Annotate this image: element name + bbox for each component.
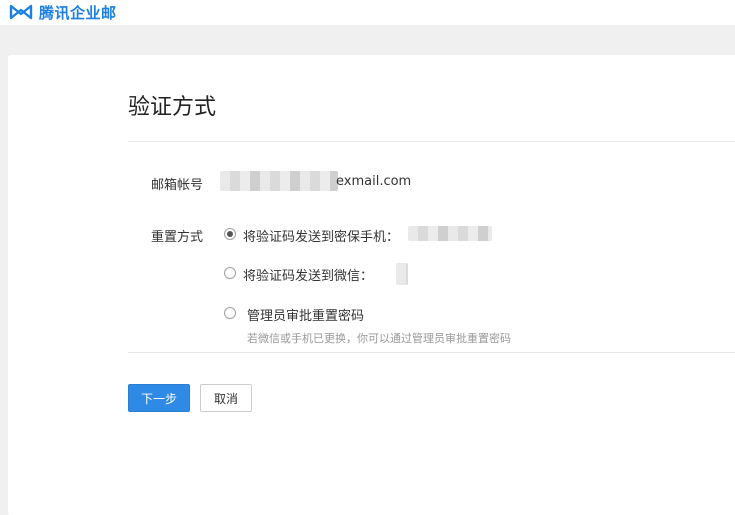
top-bar: 腾讯企业邮 (0, 0, 735, 25)
form-divider (128, 352, 735, 353)
verification-panel: 验证方式 邮箱帐号 exmail.com 重置方式 将验证码发送到密保手机： 将… (8, 55, 735, 515)
infinity-logo-icon (9, 4, 33, 20)
account-label: 邮箱帐号 (151, 178, 204, 193)
reset-method-label: 重置方式 (151, 230, 204, 245)
account-domain: exmail.com (336, 174, 412, 189)
option-admin-label[interactable]: 管理员审批重置密码 (247, 305, 364, 324)
title-divider (128, 141, 735, 142)
admin-hint: 若微信或手机已更换，你可以通过管理员审批重置密码 (247, 332, 511, 345)
option-phone-label[interactable]: 将验证码发送到密保手机： (243, 226, 399, 245)
account-name-redacted (220, 171, 338, 191)
option-wechat-label[interactable]: 将验证码发送到微信： (243, 265, 373, 284)
brand-name: 腾讯企业邮 (39, 3, 117, 22)
radio-phone[interactable] (224, 228, 236, 240)
brand-logo[interactable]: 腾讯企业邮 (8, 2, 117, 22)
wechat-id-redacted (396, 263, 408, 285)
phone-number-redacted (408, 226, 492, 241)
radio-admin[interactable] (224, 307, 236, 319)
page-title: 验证方式 (128, 95, 217, 120)
radio-wechat[interactable] (224, 267, 236, 279)
next-button[interactable]: 下一步 (128, 384, 190, 412)
cancel-button[interactable]: 取消 (200, 384, 252, 412)
